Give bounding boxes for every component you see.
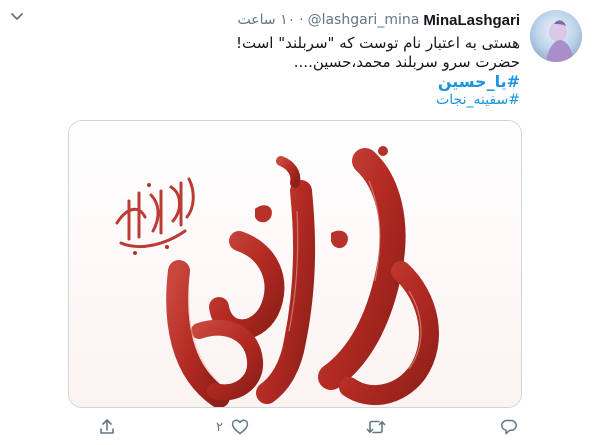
avatar[interactable] <box>530 10 582 62</box>
hashtag-safineh-nejat[interactable]: #سفینه_نجات <box>60 91 520 110</box>
user-handle[interactable]: @lashgari_mina <box>308 12 420 28</box>
hashtag-ya-hussein[interactable]: #یا_حسین <box>60 72 520 91</box>
tweet-header: ۱۰ ساعت · @lashgari_mina MinaLashgari <box>238 10 520 30</box>
calligraphy-artwork <box>69 121 521 407</box>
like-button[interactable]: ۲ <box>216 416 249 438</box>
tweet-text: هستی به اعتبار نام توست که "سربلند" است!… <box>60 34 520 110</box>
separator-dot: · <box>299 12 304 28</box>
like-count: ۲ <box>216 419 223 435</box>
like-icon <box>231 419 249 435</box>
tweet-media-image[interactable] <box>68 120 522 408</box>
caret-down-icon[interactable] <box>10 12 24 22</box>
retweet-button[interactable] <box>366 416 386 438</box>
reply-button[interactable] <box>500 416 518 438</box>
tweet-line-2: حضرت سرو سربلند محمد،حسین.... <box>293 53 520 71</box>
share-button[interactable] <box>98 416 116 438</box>
timestamp[interactable]: ۱۰ ساعت <box>238 12 296 28</box>
display-name[interactable]: MinaLashgari <box>423 12 520 29</box>
comment-icon <box>501 419 517 435</box>
share-icon <box>100 419 114 434</box>
tweet-card[interactable]: ۱۰ ساعت · @lashgari_mina MinaLashgari هس… <box>0 0 596 445</box>
retweet-icon <box>366 420 386 434</box>
tweet-line-1: هستی به اعتبار نام توست که "سربلند" است! <box>236 34 520 52</box>
tweet-actions: ۲ <box>68 416 522 438</box>
